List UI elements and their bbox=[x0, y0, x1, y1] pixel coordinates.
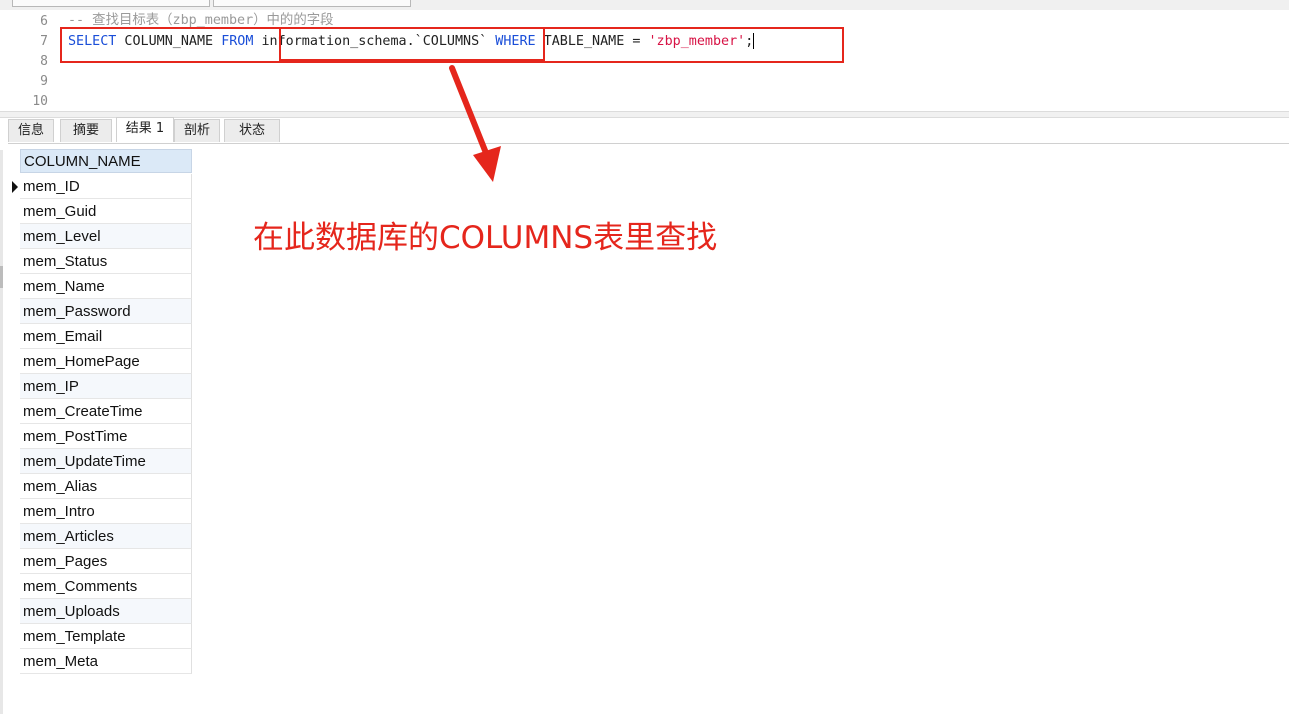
annotation-arrow-icon bbox=[449, 65, 501, 182]
annotation-text: 在此数据库的COLUMNS表里查找 bbox=[253, 220, 718, 256]
